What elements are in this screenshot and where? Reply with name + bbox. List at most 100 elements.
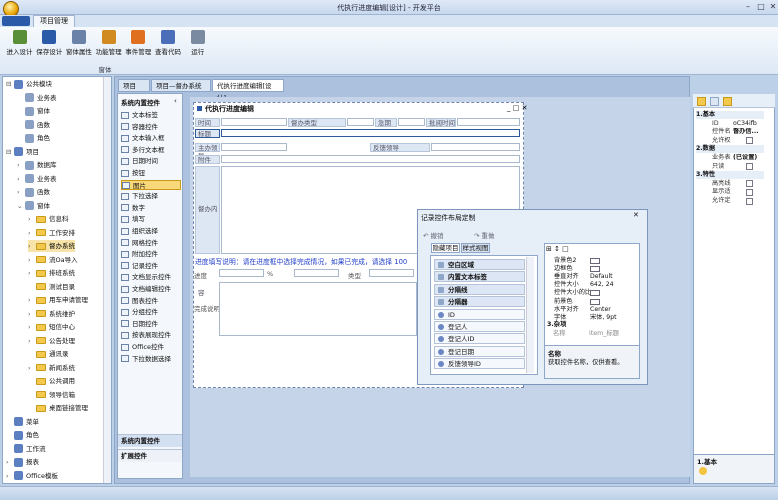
toolbox-item[interactable]: 按钮 [121,168,145,178]
property-category[interactable]: 1.基本 [696,111,764,119]
toolbox-item[interactable]: 容器控件 [121,122,158,132]
minimize-icon[interactable]: – [742,2,754,12]
close-icon[interactable]: ✕ [767,2,778,12]
lead-field[interactable] [221,143,287,151]
hidden-field-item[interactable]: 内置文本标签 [434,271,525,283]
toolbox-section-tab[interactable]: 系统内置控件 [118,434,182,447]
tree-expander-icon[interactable]: › [17,186,25,198]
save-design-button[interactable]: 保存设计 [35,29,64,63]
property-value[interactable]: 督办信... [733,128,773,136]
tree-expander-icon[interactable]: › [28,294,36,306]
description-field[interactable] [219,282,417,336]
tree-item[interactable]: › 信息科 [28,213,69,225]
urgency-field[interactable] [398,118,425,126]
tree-item[interactable]: 窗体 [17,105,50,117]
property-value[interactable]: oC34ifb [733,120,773,128]
tree-item[interactable]: › Office模板 [6,470,58,482]
property-value[interactable]: 642, 24 [590,281,614,289]
progress-input[interactable] [219,269,264,277]
tree-item[interactable]: 业务表 [17,92,57,104]
property-checkbox[interactable] [746,197,753,205]
color-swatch[interactable] [590,266,600,273]
tree-expander-icon[interactable]: › [28,362,36,374]
tree-expander-icon[interactable]: › [6,470,14,482]
tree-item[interactable]: › 督办系统 [28,240,75,252]
type-field[interactable] [347,118,374,126]
tree-item[interactable]: 工作流 [6,443,46,455]
tree-expander-icon[interactable]: › [28,321,36,333]
tree-item[interactable]: › 用车申请管理 [28,294,88,306]
tree-item[interactable]: › 新闻系统 [28,362,75,374]
hidden-field-item[interactable]: 登记人 [434,321,525,332]
color-swatch[interactable] [590,258,600,264]
toolbox-item[interactable]: 分组控件 [121,307,158,317]
maximize-icon[interactable]: □ [755,2,767,12]
tree-item[interactable]: 角色 [6,429,39,441]
time-field[interactable] [221,118,287,126]
toolbox-item[interactable]: 文档编辑控件 [121,284,171,294]
color-swatch[interactable] [590,290,600,297]
toolbox-item[interactable]: 附加控件 [121,249,158,259]
review-time-field[interactable] [457,118,520,126]
tree-expander-icon[interactable]: › [28,227,36,239]
property-category[interactable]: 2.数据 [696,145,764,154]
progress-select[interactable] [294,269,339,277]
attachment-field[interactable] [221,155,520,163]
hidden-field-item[interactable]: 分隔器 [434,296,525,308]
hidden-field-item[interactable]: 分隔线 [434,283,525,295]
toolbox-item[interactable]: 下拉数据选择 [121,354,171,364]
tab-project-management[interactable]: 项目管理 [33,15,75,27]
tree-item[interactable]: 菜单 [6,416,39,428]
toolbox-item[interactable]: Office控件 [121,342,164,352]
tree-expander-icon[interactable]: ⊟ [6,78,14,90]
hidden-field-item[interactable]: ID [434,308,525,320]
toolbox-item[interactable]: 网格控件 [121,238,158,248]
tree-item[interactable]: › 系统维护 [28,308,75,320]
tree-item[interactable]: 桌面链接管理 [28,402,88,414]
alphabetical-icon[interactable] [710,97,719,106]
toolbox-item[interactable]: 文本标签 [121,110,158,120]
tree-expander-icon[interactable]: › [28,240,36,252]
document-tab[interactable]: 代执行进度编辑[设计] [212,79,284,102]
categorized-icon[interactable] [697,97,706,106]
tree-item[interactable]: 测试目录 [28,281,75,293]
tree-item[interactable]: › 工作安排 [28,227,75,239]
hidden-field-item[interactable]: 登记日期 [434,345,525,357]
tree-expander-icon[interactable]: ⌄ [17,200,25,212]
property-sort-icons[interactable]: ⊞ ↕ □ [546,245,569,253]
toolbox-section-tab[interactable]: 扩展控件 [118,449,182,462]
tab-hidden-items[interactable]: 隐藏项目 [431,243,460,253]
tree-item[interactable]: 通讯录 [28,348,69,360]
tree-expander-icon[interactable]: › [28,267,36,279]
tab-style-view[interactable]: 样式视图 [461,243,490,253]
toolbox-item[interactable]: 图表控件 [121,296,158,306]
enter-design-button[interactable]: 进入设计 [5,29,34,63]
toolbox-item[interactable]: 按表展现控件 [121,330,171,340]
tree-item[interactable]: ⊟ 公共模块 [6,78,52,90]
view-code-button[interactable]: 查看代码 [154,29,183,63]
tree-item[interactable]: › 流Oa导入 [28,254,78,266]
property-checkbox[interactable] [746,188,753,196]
hidden-field-item[interactable]: 登记人ID [434,333,525,345]
dialog-close-icon[interactable]: ✕ [633,211,639,219]
tree-item[interactable]: › 函数 [17,186,50,198]
redo-button[interactable]: 重做 [482,232,495,240]
tree-item[interactable]: › 报表 [6,456,39,468]
tree-item[interactable]: › 公告处理 [28,335,75,347]
form-properties-button[interactable]: 窗体属性 [64,29,93,63]
tree-item[interactable]: 函数 [17,119,50,131]
tree-item[interactable]: › 业务表 [17,173,57,185]
tree-expander-icon[interactable]: › [28,254,36,266]
property-value[interactable]: Default [590,273,613,281]
property-category[interactable]: 3.特性 [696,171,764,180]
toolbox-item[interactable]: 记录控件 [121,261,158,271]
field-list-scrollbar[interactable] [526,257,534,373]
property-checkbox[interactable] [746,163,753,171]
undo-button[interactable]: 撤销 [431,232,444,240]
toolbox-item[interactable]: 日期控件 [121,319,158,329]
toolbox-item[interactable]: 日期时间 [121,156,158,166]
function-manage-button[interactable]: 功能管理 [94,29,123,63]
tree-scrollbar[interactable] [103,77,111,483]
toolbox-item[interactable]: 下拉选择 [121,191,158,201]
toolbox-item[interactable]: 数字 [121,203,145,213]
